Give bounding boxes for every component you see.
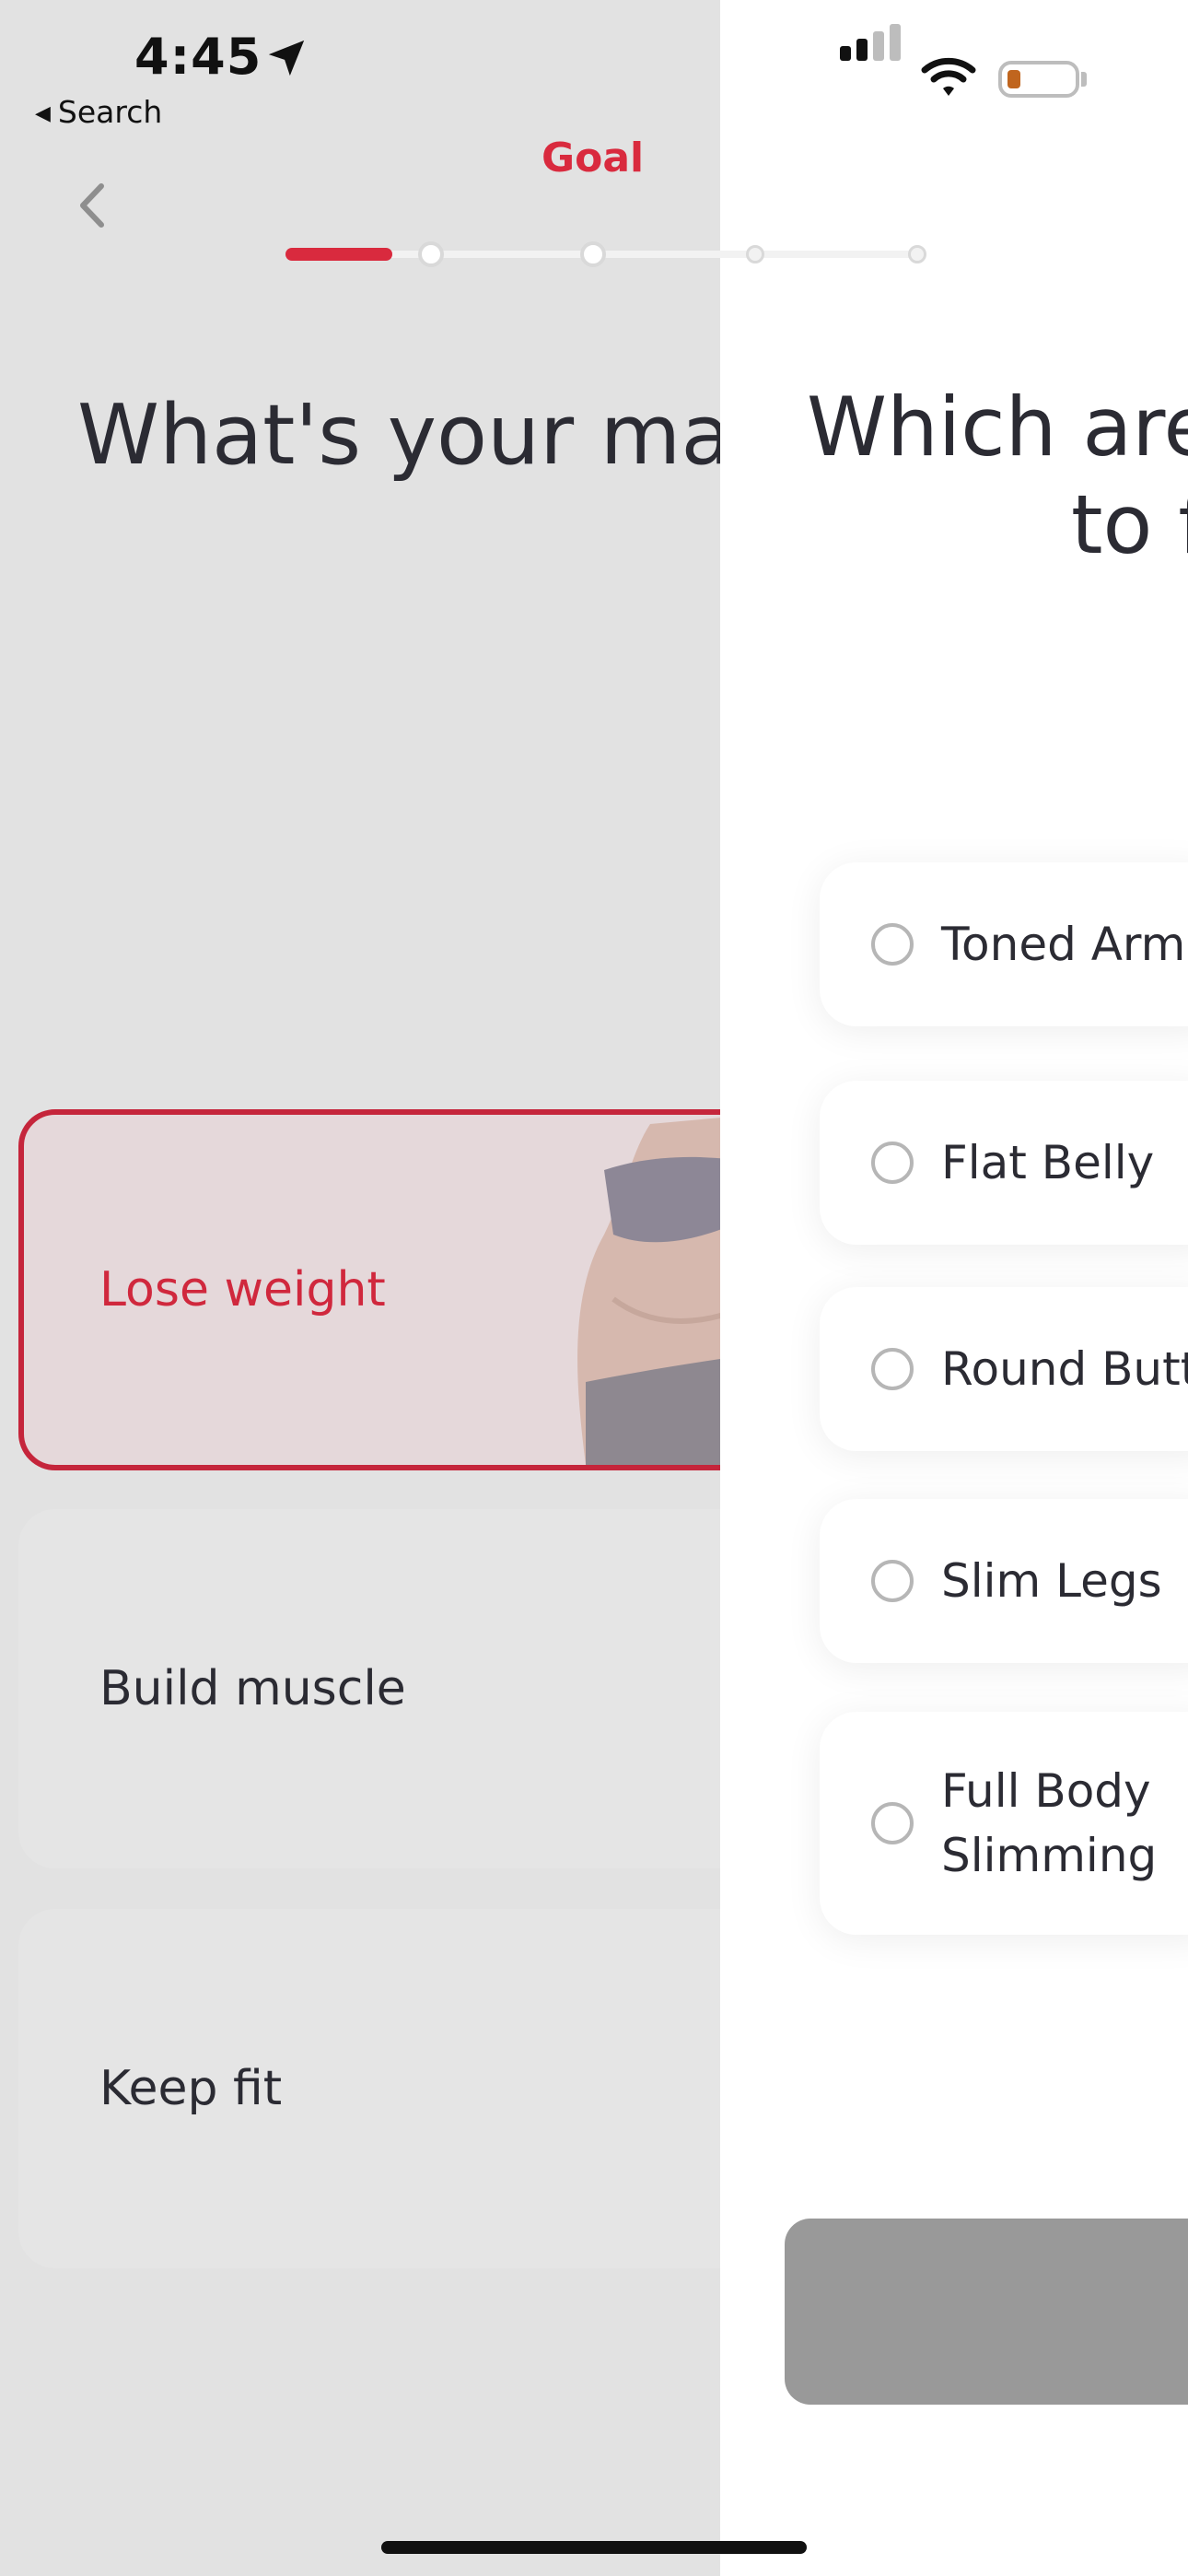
chevron-left-icon[interactable] bbox=[74, 181, 111, 230]
lose-weight-illustration bbox=[577, 1118, 720, 1465]
radio-button[interactable] bbox=[871, 1560, 914, 1602]
area-option-label: Round Butt bbox=[941, 1342, 1188, 1396]
target-area-question-line-2: to f bbox=[1071, 477, 1188, 572]
radio-button[interactable] bbox=[871, 1142, 914, 1184]
battery-low-icon bbox=[998, 61, 1079, 98]
radio-button[interactable] bbox=[871, 923, 914, 966]
area-option-round-butt[interactable]: Round Butt bbox=[820, 1287, 1188, 1451]
goal-question: What's your mai bbox=[77, 387, 720, 484]
wifi-icon bbox=[921, 57, 976, 96]
area-option-toned-arm[interactable]: Toned Arm bbox=[820, 862, 1188, 1026]
target-area-question-line-1: Which are bbox=[807, 380, 1188, 474]
status-time: 4:45 bbox=[134, 28, 262, 86]
area-option-label: Toned Arm bbox=[941, 918, 1186, 971]
area-option-slim-legs[interactable]: Slim Legs bbox=[820, 1499, 1188, 1663]
back-triangle-icon: ◀ bbox=[35, 102, 51, 125]
progress-step-dot bbox=[908, 245, 926, 263]
next-button[interactable] bbox=[785, 2219, 1188, 2405]
goal-option-label: Lose weight bbox=[99, 1262, 386, 1317]
area-option-label: Full Body Slimming bbox=[941, 1764, 1158, 1882]
progress-step-dot bbox=[580, 241, 606, 267]
radio-button[interactable] bbox=[871, 1802, 914, 1844]
back-search-label: Search bbox=[57, 94, 163, 130]
area-option-label: Slim Legs bbox=[941, 1554, 1162, 1608]
progress-fill bbox=[285, 248, 392, 261]
radio-button[interactable] bbox=[871, 1348, 914, 1390]
progress-step-dot bbox=[746, 245, 764, 263]
home-indicator bbox=[381, 2541, 807, 2554]
step-title: Goal bbox=[542, 135, 645, 181]
back-to-search-link[interactable]: ◀ Search bbox=[35, 94, 162, 130]
battery-cap bbox=[1081, 72, 1087, 87]
goal-option-label: Build muscle bbox=[99, 1661, 406, 1716]
progress-step-dot bbox=[418, 241, 444, 267]
area-option-full-body-slimming[interactable]: Full Body Slimming bbox=[820, 1712, 1188, 1935]
goal-option-lose-weight[interactable]: Lose weight bbox=[18, 1109, 720, 1470]
area-option-label: Flat Belly bbox=[941, 1136, 1155, 1189]
location-arrow-icon bbox=[268, 40, 305, 76]
goal-option-keep-fit[interactable]: Keep fit bbox=[18, 1909, 720, 2268]
area-option-flat-belly[interactable]: Flat Belly bbox=[820, 1081, 1188, 1245]
goal-option-build-muscle[interactable]: Build muscle bbox=[18, 1509, 720, 1868]
goal-option-label: Keep fit bbox=[99, 2061, 283, 2116]
goal-screen: Lose weight Build muscle Keep fit What's… bbox=[0, 0, 720, 2576]
